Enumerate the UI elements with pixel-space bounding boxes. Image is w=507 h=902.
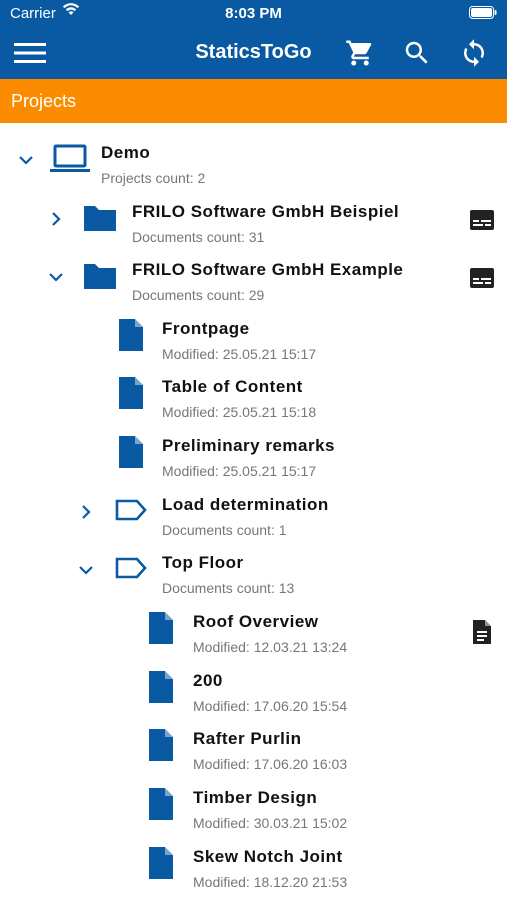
tree-item-name: FRILO Software GmbH Example	[132, 260, 404, 279]
tree-item-meta: Documents count: 29	[132, 287, 265, 303]
document-icon	[119, 436, 143, 468]
tree-item-meta: Modified: 18.12.20 21:53	[193, 874, 348, 890]
tree-item-200[interactable]: 200 Modified: 17.06.20 15:54	[0, 668, 507, 726]
subtitles-icon[interactable]	[469, 267, 495, 289]
tree-item-name: 200	[193, 671, 223, 690]
document-icon	[149, 612, 173, 644]
tree-item-frilo-example[interactable]: FRILO Software GmbH Example Documents co…	[0, 257, 507, 315]
tree-item-frilo-beispiel[interactable]: FRILO Software GmbH Beispiel Documents c…	[0, 199, 507, 257]
document-icon	[119, 319, 143, 351]
tree-item-meta: Modified: 25.05.21 15:18	[162, 404, 317, 420]
tree-item-name: Rafter Purlin	[193, 729, 302, 748]
tree-item-top-floor[interactable]: Top Floor Documents count: 13	[0, 550, 507, 608]
tree-item-meta: Projects count: 2	[101, 170, 206, 186]
chevron-down-icon[interactable]	[16, 150, 36, 170]
subtitles-icon[interactable]	[469, 209, 495, 231]
tree-item-name: Top Floor	[162, 553, 244, 572]
tree-item-name: FRILO Software GmbH Beispiel	[132, 202, 400, 221]
chevron-down-icon[interactable]	[76, 560, 96, 580]
tree-item-meta: Modified: 30.03.21 15:02	[193, 815, 348, 831]
document-icon	[149, 847, 173, 879]
tree-item-name: Table of Content	[162, 377, 303, 396]
description-icon[interactable]	[471, 619, 493, 645]
tree-item-skew-notch-joint[interactable]: Skew Notch Joint Modified: 18.12.20 21:5…	[0, 844, 507, 902]
tree-item-frontpage[interactable]: Frontpage Modified: 25.05.21 15:17	[0, 316, 507, 374]
tree-item-meta: Modified: 17.06.20 16:03	[193, 756, 348, 772]
search-icon[interactable]	[402, 38, 432, 68]
tree-item-preliminary-remarks[interactable]: Preliminary remarks Modified: 25.05.21 1…	[0, 433, 507, 491]
document-icon	[119, 377, 143, 409]
folder-icon	[84, 264, 116, 289]
tree-item-name: Load determination	[162, 495, 329, 514]
tree-item-name: Frontpage	[162, 319, 250, 338]
tree-item-meta: Modified: 12.03.21 13:24	[193, 639, 348, 655]
cart-icon[interactable]	[345, 38, 375, 68]
document-icon	[149, 788, 173, 820]
tree-item-meta: Documents count: 13	[162, 580, 295, 596]
tree-item-roof-overview[interactable]: Roof Overview Modified: 12.03.21 13:24	[0, 609, 507, 667]
tree-item-name: Preliminary remarks	[162, 436, 335, 455]
tree-item-rafter-purlin[interactable]: Rafter Purlin Modified: 17.06.20 16:03	[0, 726, 507, 784]
status-bar: Carrier 8:03 PM	[0, 0, 507, 27]
tree-item-meta: Documents count: 31	[132, 229, 265, 245]
tree-item-timber-design[interactable]: Timber Design Modified: 30.03.21 15:02	[0, 785, 507, 843]
sync-icon[interactable]	[459, 38, 489, 68]
document-icon	[149, 729, 173, 761]
tree-item-load-determination[interactable]: Load determination Documents count: 1	[0, 492, 507, 550]
tree-item-table-of-content[interactable]: Table of Content Modified: 25.05.21 15:1…	[0, 374, 507, 432]
tree-item-name: Roof Overview	[193, 612, 319, 631]
battery-icon	[469, 6, 497, 19]
chevron-right-icon[interactable]	[76, 502, 96, 522]
label-icon	[115, 557, 147, 579]
tree-item-meta: Modified: 25.05.21 15:17	[162, 463, 317, 479]
tree-item-name: Skew Notch Joint	[193, 847, 343, 866]
tree-item-meta: Modified: 25.05.21 15:17	[162, 346, 317, 362]
section-title: Projects	[11, 91, 77, 111]
folder-icon	[84, 206, 116, 231]
label-icon	[115, 499, 147, 521]
tree-item-meta: Documents count: 1	[162, 522, 287, 538]
section-header: Projects	[0, 79, 507, 123]
tree-item-meta: Modified: 17.06.20 15:54	[193, 698, 348, 714]
chevron-down-icon[interactable]	[46, 267, 66, 287]
tree-item-name: Timber Design	[193, 788, 318, 807]
laptop-icon	[50, 144, 90, 172]
tree-item-name: Demo	[101, 143, 151, 162]
document-icon	[149, 671, 173, 703]
chevron-right-icon[interactable]	[46, 209, 66, 229]
tree-item-demo[interactable]: Demo Projects count: 2	[0, 140, 507, 198]
app-navbar: StaticsToGo	[0, 27, 507, 79]
status-time: 8:03 PM	[225, 5, 282, 22]
